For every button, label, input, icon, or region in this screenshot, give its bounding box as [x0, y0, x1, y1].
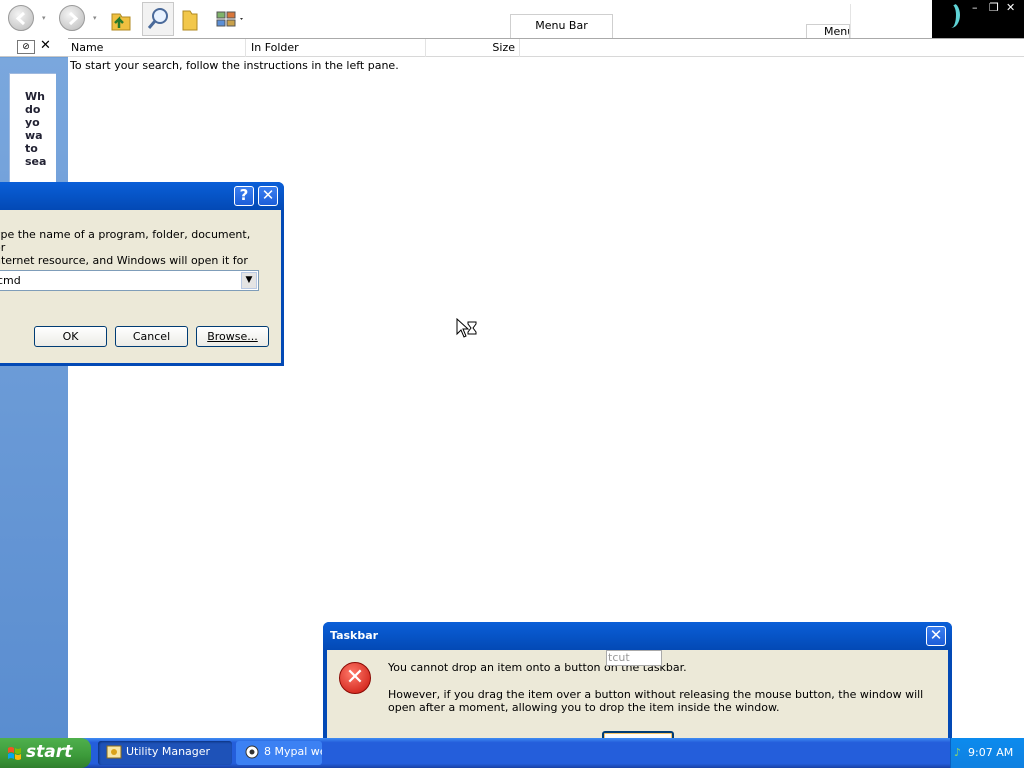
- minimize-icon[interactable]: –: [972, 1, 978, 14]
- taskbar-button-mypal[interactable]: 8 Mypal web: [236, 741, 322, 765]
- cancel-button[interactable]: Cancel: [115, 326, 188, 347]
- search-companion-pane: ⊘ ✕ Wh do yo wa to sea: [0, 38, 68, 738]
- column-name[interactable]: Name: [68, 39, 246, 57]
- blank-panel: [850, 4, 922, 38]
- windows-flag-icon: [8, 747, 21, 760]
- open-value: cmd: [0, 274, 21, 287]
- notification-area: ♪ 9:07 AM: [950, 738, 1024, 768]
- prompt-line: wa: [25, 129, 43, 142]
- folder-up-icon: [111, 13, 131, 31]
- close-button[interactable]: ✕: [926, 626, 946, 646]
- column-in-folder[interactable]: In Folder: [248, 39, 426, 57]
- pane-header: ⊘ ✕: [0, 38, 68, 57]
- busy-cursor-icon: [456, 318, 477, 338]
- back-dropdown-icon[interactable]: ▾: [42, 14, 46, 22]
- close-icon[interactable]: ✕: [1006, 1, 1015, 14]
- taskbar-button-utility-manager[interactable]: Utility Manager: [98, 741, 232, 765]
- theme-logo-icon: [942, 2, 960, 28]
- pane-body: Wh do yo wa to sea: [0, 58, 68, 738]
- taskbar-button-label: 8 Mypal web: [264, 745, 322, 758]
- utility-manager-icon: [106, 745, 122, 759]
- back-arrow-icon: [15, 11, 26, 26]
- results-message: To start your search, follow the instruc…: [70, 59, 399, 72]
- windows-taskbar: start Utility Manager 8 Mypal web ♪ 9:07…: [0, 738, 1024, 768]
- prompt-line: to: [25, 142, 38, 155]
- pin-icon[interactable]: ⊘: [17, 40, 35, 54]
- search-icon: [147, 8, 168, 29]
- prompt-line: Wh: [25, 90, 45, 103]
- folders-button[interactable]: [176, 2, 208, 36]
- menu-label[interactable]: Menu: [806, 24, 850, 38]
- prompt-line: sea: [25, 155, 47, 168]
- start-button[interactable]: start: [0, 738, 91, 768]
- chevron-down-icon[interactable]: ▼: [241, 272, 257, 289]
- run-dialog-body: ype the name of a program, folder, docum…: [0, 210, 281, 363]
- search-button[interactable]: [142, 2, 174, 36]
- ok-button[interactable]: OK: [34, 326, 107, 347]
- views-button[interactable]: [212, 2, 248, 36]
- close-pane-icon[interactable]: ✕: [40, 38, 51, 53]
- back-button[interactable]: [8, 5, 34, 31]
- mypal-browser-icon: [245, 745, 259, 759]
- description-line: ype the name of a program, folder, docum…: [0, 228, 251, 254]
- prompt-line: do: [25, 103, 41, 116]
- menu-bar-label[interactable]: Menu Bar: [510, 14, 613, 38]
- window-controls: – ❐ ✕: [932, 0, 1024, 38]
- tray-icon[interactable]: ♪: [954, 738, 961, 768]
- help-button[interactable]: ?: [234, 186, 254, 206]
- folders-icon: [182, 10, 198, 31]
- browse-button[interactable]: Browse...: [196, 326, 269, 347]
- error-icon: ✕: [339, 662, 371, 694]
- taskbar-button-label: Utility Manager: [126, 745, 211, 758]
- forward-dropdown-icon[interactable]: ▾: [93, 14, 97, 22]
- forward-button[interactable]: [59, 5, 85, 31]
- dialog-title: Taskbar: [330, 629, 379, 642]
- prompt-line: yo: [25, 116, 40, 129]
- close-button[interactable]: ✕: [258, 186, 278, 206]
- up-folder-button[interactable]: [104, 2, 136, 36]
- forward-arrow-icon: [68, 11, 79, 26]
- taskbar-dialog-titlebar: Taskbar ✕: [323, 622, 952, 650]
- error-detail: However, if you drag the item over a but…: [388, 688, 924, 714]
- start-label: start: [26, 742, 73, 762]
- run-dialog-titlebar: ? ✕: [0, 182, 284, 210]
- column-size[interactable]: Size: [426, 39, 520, 57]
- drag-ghost-label: tcut: [606, 650, 662, 666]
- search-prompt-card: Wh do yo wa to sea: [9, 73, 56, 183]
- open-combobox[interactable]: cmd ▼: [0, 270, 259, 291]
- restore-icon[interactable]: ❐: [989, 1, 999, 14]
- search-toolbar: ▾ ▾ Menu Bar Menu – ❐ ✕: [0, 0, 1024, 38]
- results-column-header: Name In Folder Size: [68, 38, 1024, 57]
- run-dialog: ? ✕ ype the name of a program, folder, d…: [0, 182, 284, 366]
- clock[interactable]: 9:07 AM: [968, 738, 1013, 768]
- views-icon: [216, 11, 243, 27]
